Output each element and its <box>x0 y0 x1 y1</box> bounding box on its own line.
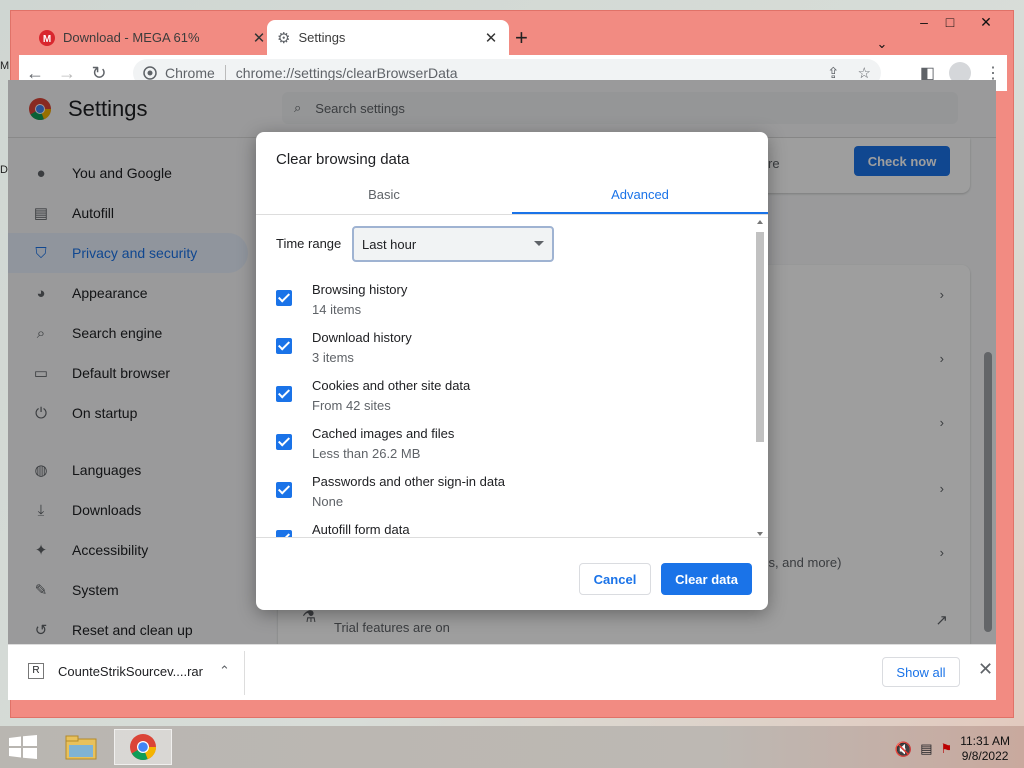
gear-icon: ⚙ <box>277 29 291 47</box>
url-text: chrome://settings/clearBrowserData <box>235 65 458 81</box>
show-all-button[interactable]: Show all <box>882 657 960 687</box>
folder-icon <box>65 735 97 760</box>
tab-mega-download[interactable]: M Download - MEGA 61% ✕ <box>29 20 277 55</box>
dialog-scrollbar[interactable] <box>754 220 766 536</box>
dialog-tabs: Basic Advanced <box>256 182 768 215</box>
option-subtitle: None <box>312 494 344 509</box>
dialog-title: Clear browsing data <box>276 151 410 168</box>
svg-text:M: M <box>43 34 51 45</box>
clear-browsing-data-dialog: Clear browsing data Basic Advanced Time … <box>256 132 768 610</box>
desktop-edge-text: M <box>0 60 10 72</box>
time-range-select[interactable]: Last hour <box>352 226 554 262</box>
option-autofill[interactable]: Autofill form data <box>276 522 736 537</box>
action-center-flag-icon[interactable]: ⚑ <box>941 741 953 757</box>
option-subtitle: Less than 26.2 MB <box>312 446 421 461</box>
checkbox[interactable] <box>276 386 292 402</box>
option-title: Autofill form data <box>312 522 410 537</box>
tab-basic[interactable]: Basic <box>256 182 512 214</box>
checkbox[interactable] <box>276 482 292 498</box>
option-subtitle: 3 items <box>312 350 354 365</box>
taskbar: 🔇 ▤ ⚑ 11:31 AM 9/8/2022 <box>0 726 1024 768</box>
option-subtitle: From 42 sites <box>312 398 391 413</box>
mega-icon: M <box>39 29 55 46</box>
maximize-button[interactable]: □ <box>935 11 965 33</box>
option-title: Cached images and files <box>312 426 455 441</box>
file-explorer-taskbar-button[interactable] <box>52 729 110 765</box>
option-title: Cookies and other site data <box>312 378 471 393</box>
divider <box>224 65 226 81</box>
option-title: Passwords and other sign-in data <box>312 474 505 489</box>
checkbox[interactable] <box>276 290 292 306</box>
scroll-up-arrow-icon[interactable] <box>757 220 763 224</box>
chrome-icon <box>130 734 156 760</box>
clock-date: 9/8/2022 <box>961 749 1009 763</box>
desktop-edge-text: D <box>0 164 8 176</box>
tab-search-chevron-icon[interactable]: ⌄ <box>867 33 897 55</box>
option-cached-images[interactable]: Cached images and files Less than 26.2 M… <box>276 426 736 470</box>
clock-time: 11:31 AM <box>960 734 1010 748</box>
download-item[interactable]: R CounteStrikSourcev....rar ⌃ <box>28 663 230 679</box>
chrome-page-icon <box>143 66 157 80</box>
windows-start-icon[interactable] <box>8 735 38 759</box>
close-tab-icon[interactable]: ✕ <box>251 29 267 47</box>
option-title: Download history <box>312 330 412 345</box>
tab-title: Download - MEGA 61% <box>63 30 200 45</box>
download-bar: R CounteStrikSourcev....rar ⌃ Show all ✕ <box>8 644 996 700</box>
chevron-up-icon[interactable]: ⌃ <box>219 663 230 679</box>
tab-title: Settings <box>298 30 346 45</box>
chrome-taskbar-button[interactable] <box>114 729 172 765</box>
close-icon[interactable]: ✕ <box>978 659 993 680</box>
network-icon[interactable]: ▤ <box>920 741 932 757</box>
tab-settings[interactable]: ⚙ Settings ✕ <box>267 20 509 55</box>
checkbox[interactable] <box>276 434 292 450</box>
option-title: Browsing history <box>312 282 408 297</box>
volume-muted-icon[interactable]: 🔇 <box>895 741 912 758</box>
checkbox[interactable] <box>276 338 292 354</box>
divider <box>244 651 245 695</box>
checkbox[interactable] <box>276 530 292 537</box>
site-label: Chrome <box>165 65 215 81</box>
tab-advanced[interactable]: Advanced <box>512 182 768 214</box>
close-tab-icon[interactable]: ✕ <box>483 29 499 47</box>
cancel-button[interactable]: Cancel <box>579 563 651 595</box>
clear-data-button[interactable]: Clear data <box>661 563 752 595</box>
dropdown-arrow-icon <box>534 241 544 246</box>
close-window-button[interactable]: ✕ <box>971 11 1001 33</box>
new-tab-button[interactable]: + <box>515 25 528 51</box>
time-range-value: Last hour <box>362 236 417 252</box>
time-range-label: Time range <box>276 236 342 251</box>
rar-file-icon: R <box>28 663 44 679</box>
download-file-name: CounteStrikSourcev....rar <box>58 663 203 679</box>
system-tray: 🔇 ▤ ⚑ 11:31 AM 9/8/2022 <box>895 734 1010 764</box>
option-cookies[interactable]: Cookies and other site data From 42 site… <box>276 378 736 422</box>
option-subtitle: 14 items <box>312 302 362 317</box>
option-browsing-history[interactable]: Browsing history 14 items <box>276 282 736 326</box>
scrollbar-thumb[interactable] <box>756 232 764 442</box>
dialog-body: Time range Last hour Browsing history 14… <box>256 216 768 538</box>
scroll-down-arrow-icon[interactable] <box>757 532 763 536</box>
option-download-history[interactable]: Download history 3 items <box>276 330 736 374</box>
clock[interactable]: 11:31 AM 9/8/2022 <box>960 734 1010 764</box>
option-passwords[interactable]: Passwords and other sign-in data None <box>276 474 736 518</box>
title-bar: M Download - MEGA 61% ✕ ⚙ Settings ✕ + ⌄… <box>11 11 1013 55</box>
